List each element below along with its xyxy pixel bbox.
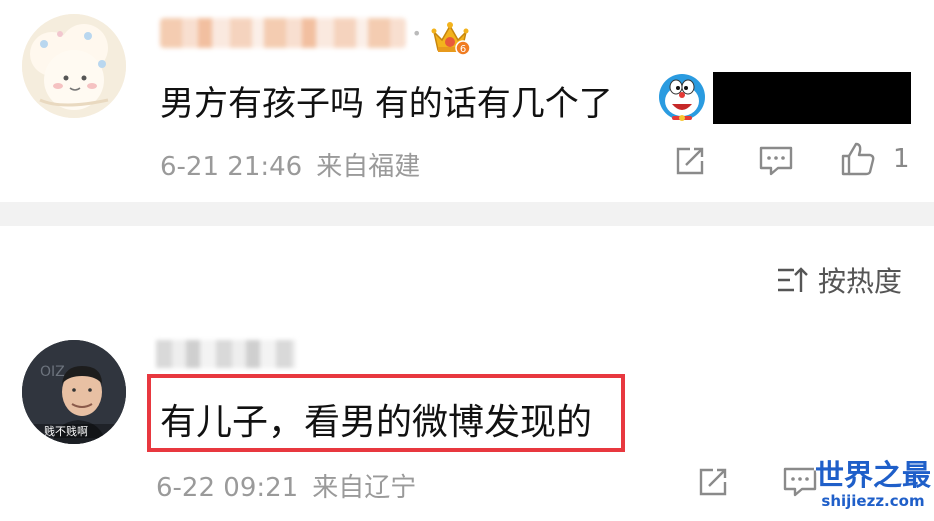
share-icon[interactable] (695, 464, 731, 500)
comment-icon[interactable] (758, 143, 794, 179)
svg-text:贱不贱啊: 贱不贱啊 (44, 425, 88, 438)
commenter-avatar[interactable] (22, 14, 126, 118)
commenter-avatar[interactable]: OIZ 贱不贱啊 (22, 340, 126, 444)
comment-meta: 6-21 21:46 来自福建 (160, 146, 434, 183)
share-icon[interactable] (672, 143, 708, 179)
comment-text: 男方有孩子吗 有的话有几个了 (160, 84, 613, 124)
watermark-title: 世界之最 (814, 458, 931, 492)
doraemon-emoji-icon (659, 74, 705, 121)
like-count: 1 (893, 144, 910, 174)
sort-label: 按热度 (818, 265, 903, 298)
svg-text:6: 6 (460, 44, 466, 55)
like-icon[interactable] (840, 141, 876, 177)
redacted-block (713, 72, 911, 124)
section-divider (0, 202, 934, 226)
comment-location: 来自辽宁 (312, 473, 417, 503)
sort-icon (778, 267, 808, 292)
watermark-url: shijiezz.com (821, 492, 925, 510)
commenter-name-blurred[interactable] (156, 340, 296, 368)
comment-meta: 6-22 09:21 来自辽宁 (156, 467, 430, 504)
comment-date: 6-22 09:21 (156, 473, 299, 503)
name-separator-dot: • (412, 24, 422, 43)
commenter-name-blurred[interactable] (160, 18, 406, 48)
watermark-logo: 世界之最 shijiezz.com (812, 458, 934, 521)
svg-text:OIZ: OIZ (40, 364, 65, 380)
comment-text: 有儿子，看男的微博发现的 (160, 402, 593, 443)
comment-location: 来自福建 (316, 152, 421, 182)
comment-date: 6-21 21:46 (160, 152, 303, 182)
crown-icon: 6 (431, 22, 470, 56)
sort-by-hot-button[interactable]: 按热度 (776, 262, 902, 298)
